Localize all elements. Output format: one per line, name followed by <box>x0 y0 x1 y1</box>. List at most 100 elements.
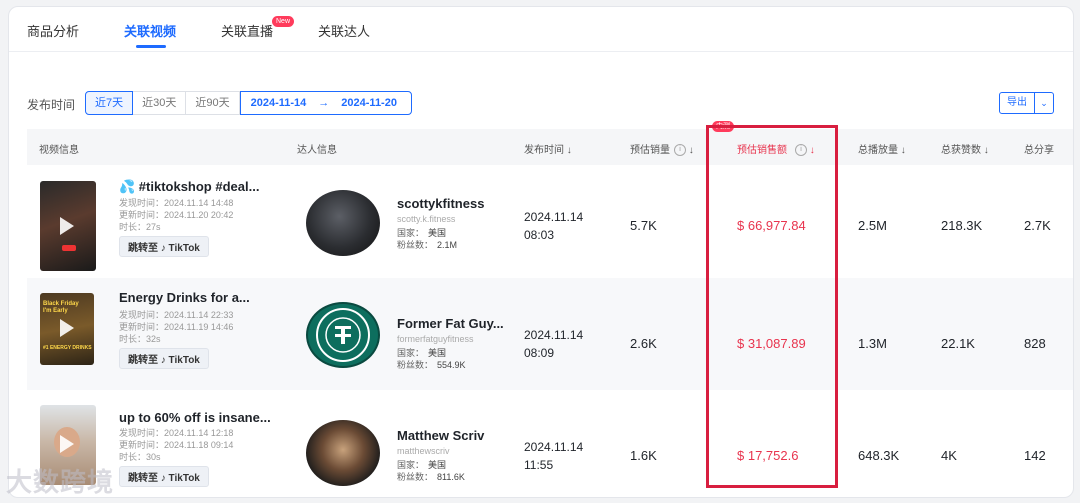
video-title[interactable]: 💦 #tiktokshop #deal... <box>119 179 259 195</box>
column-est-sales[interactable]: 预估销售额 i ↓ <box>737 141 815 157</box>
influencer-name[interactable]: Matthew Scriv <box>397 428 484 443</box>
est-volume-cell: 1.6K <box>630 448 657 463</box>
shares-cell: 828 <box>1024 336 1046 351</box>
video-title[interactable]: Energy Drinks for a... <box>119 290 250 305</box>
watermark: 大数跨境 <box>6 467 115 497</box>
column-influencer-info: 达人信息 <box>297 145 337 156</box>
former-fat-guy-logo <box>316 308 370 362</box>
range-30-days-button[interactable]: 近30天 <box>133 91 187 115</box>
jump-to-tiktok-button[interactable]: 跳转至 ♪ TikTok <box>119 236 209 257</box>
updated-label: 更新时间： <box>119 210 165 220</box>
range-7-days-button[interactable]: 近7天 <box>85 91 134 115</box>
publish-time-cell: 2024.11.14 11:55 <box>524 438 583 474</box>
publish-time-cell: 2024.11.14 08:03 <box>524 208 583 244</box>
column-total-likes[interactable]: 总获赞数 ↓ <box>941 141 989 156</box>
start-date: 2024-11-14 <box>250 97 307 109</box>
publish-date: 2024.11.14 <box>524 210 584 224</box>
influencer-meta: 国家： 美国 粉丝数： 811.6K <box>397 459 465 483</box>
est-volume-label: 预估销量 <box>630 145 670 156</box>
views-cell: 2.5M <box>858 218 887 233</box>
updated-label: 更新时间： <box>119 322 165 332</box>
views-cell: 1.3M <box>858 336 887 351</box>
table-row[interactable]: up to 60% off is insane... 发现时间： 2024.11.… <box>27 390 1073 497</box>
table-row[interactable]: Black Friday I'm Early #1 ENERGY DRINKS … <box>27 278 1073 390</box>
thumbnail-caption-line1: Black Friday <box>43 301 79 307</box>
product-analysis-panel: 商品分析 关联视频 关联直播 New 关联达人 发布时间 近7天 近30天 近9… <box>8 6 1074 498</box>
publish-time-cell: 2024.11.14 08:09 <box>524 326 583 362</box>
date-range-picker[interactable]: 2024-11-14 → 2024-11-20 <box>239 91 412 115</box>
column-est-volume[interactable]: 预估销量 i ↓ <box>630 141 694 157</box>
video-thumbnail[interactable]: Black Friday I'm Early #1 ENERGY DRINKS <box>40 293 94 365</box>
info-icon[interactable]: i <box>795 144 807 157</box>
range-90-days-button[interactable]: 近90天 <box>186 91 240 115</box>
updated-label: 更新时间： <box>119 440 165 450</box>
updated-value: 2024.11.19 14:46 <box>164 322 234 332</box>
country-label: 国家： <box>397 348 425 358</box>
chevron-down-icon[interactable]: ⌄ <box>1035 92 1054 114</box>
play-icon <box>60 217 74 235</box>
video-thumbnail[interactable] <box>40 181 96 271</box>
fans-value: 811.6K <box>437 472 465 482</box>
duration-value: 30s <box>146 452 161 462</box>
publish-date: 2024.11.14 <box>524 440 584 454</box>
fans-label: 粉丝数： <box>397 360 434 370</box>
country-value: 美国 <box>428 228 447 238</box>
jump-to-tiktok-button[interactable]: 跳转至 ♪ TikTok <box>119 466 209 487</box>
end-date: 2024-11-20 <box>341 97 397 109</box>
est-volume-cell: 2.6K <box>630 336 657 351</box>
est-volume-cell: 5.7K <box>630 218 657 233</box>
date-arrow-icon: → <box>318 97 330 109</box>
duration-value: 27s <box>146 222 161 232</box>
avatar[interactable] <box>306 302 380 368</box>
tab-product-analysis[interactable]: 商品分析 <box>27 21 79 40</box>
tab-related-live[interactable]: 关联直播 <box>221 21 273 40</box>
likes-cell: 218.3K <box>941 218 983 233</box>
play-icon <box>60 435 74 453</box>
avatar[interactable] <box>306 420 380 486</box>
video-title[interactable]: up to 60% off is insane... <box>119 410 271 425</box>
country-value: 美国 <box>428 460 447 470</box>
tab-related-influencers[interactable]: 关联达人 <box>318 21 370 40</box>
column-total-views[interactable]: 总播放量 ↓ <box>858 141 906 156</box>
published-label: 发现时间： <box>119 428 165 438</box>
influencer-handle: formerfatguyfitness <box>397 334 474 344</box>
jump-to-tiktok-button[interactable]: 跳转至 ♪ TikTok <box>119 348 209 369</box>
est-sales-cell: $ 31,087.89 <box>737 336 806 351</box>
internal-test-badge: 内测 <box>712 121 734 132</box>
country-label: 国家： <box>397 228 425 238</box>
influencer-meta: 国家： 美国 粉丝数： 554.9K <box>397 347 466 371</box>
table-row[interactable]: 💦 #tiktokshop #deal... 发现时间：2024.11.14 1… <box>27 166 1073 278</box>
influencer-handle: scotty.k.fitness <box>397 214 456 224</box>
date-range-selector: 近7天 近30天 近90天 2024-11-14 → 2024-11-20 <box>85 91 412 115</box>
play-icon <box>60 319 74 337</box>
new-badge: New <box>272 16 295 27</box>
video-meta: 发现时间：2024.11.14 22:33 更新时间：2024.11.19 14… <box>119 309 233 345</box>
fans-label: 粉丝数： <box>397 472 434 482</box>
avatar[interactable] <box>306 190 380 256</box>
updated-value: 2024.11.18 09:14 <box>164 440 234 450</box>
table-header: 视频信息 达人信息 发布时间 ↓ 预估销量 i ↓ 内测 预估销售额 i ↓ 总播放… <box>27 121 1073 165</box>
published-value: 2024.11.14 14:48 <box>164 198 234 208</box>
active-tab-indicator <box>136 45 166 48</box>
influencer-name[interactable]: Former Fat Guy... <box>397 316 504 331</box>
fans-label: 粉丝数： <box>397 240 434 250</box>
views-cell: 648.3K <box>858 448 900 463</box>
thumbnail-caption-line2: I'm Early <box>43 308 68 314</box>
duration-label: 时长： <box>119 452 147 462</box>
published-label: 发现时间： <box>119 198 165 208</box>
column-publish-time[interactable]: 发布时间 ↓ <box>524 141 572 156</box>
publish-clock: 11:55 <box>524 458 554 472</box>
likes-cell: 4K <box>941 448 957 463</box>
fans-value: 2.1M <box>437 240 458 250</box>
country-label: 国家： <box>397 460 425 470</box>
info-icon[interactable]: i <box>674 144 686 157</box>
shares-cell: 2.7K <box>1024 218 1051 233</box>
column-video-info: 视频信息 <box>39 145 79 156</box>
tab-related-videos[interactable]: 关联视频 <box>124 21 176 40</box>
column-total-shares[interactable]: 总分享 <box>1024 141 1054 156</box>
est-sales-label: 预估销售额 <box>737 145 787 156</box>
export-button[interactable]: 导出 <box>999 92 1035 114</box>
thumbnail-caption-line3: #1 ENERGY DRINKS <box>43 345 92 351</box>
influencer-name[interactable]: scottykfitness <box>397 196 484 211</box>
sort-arrow-icon: ↓ <box>809 145 815 156</box>
